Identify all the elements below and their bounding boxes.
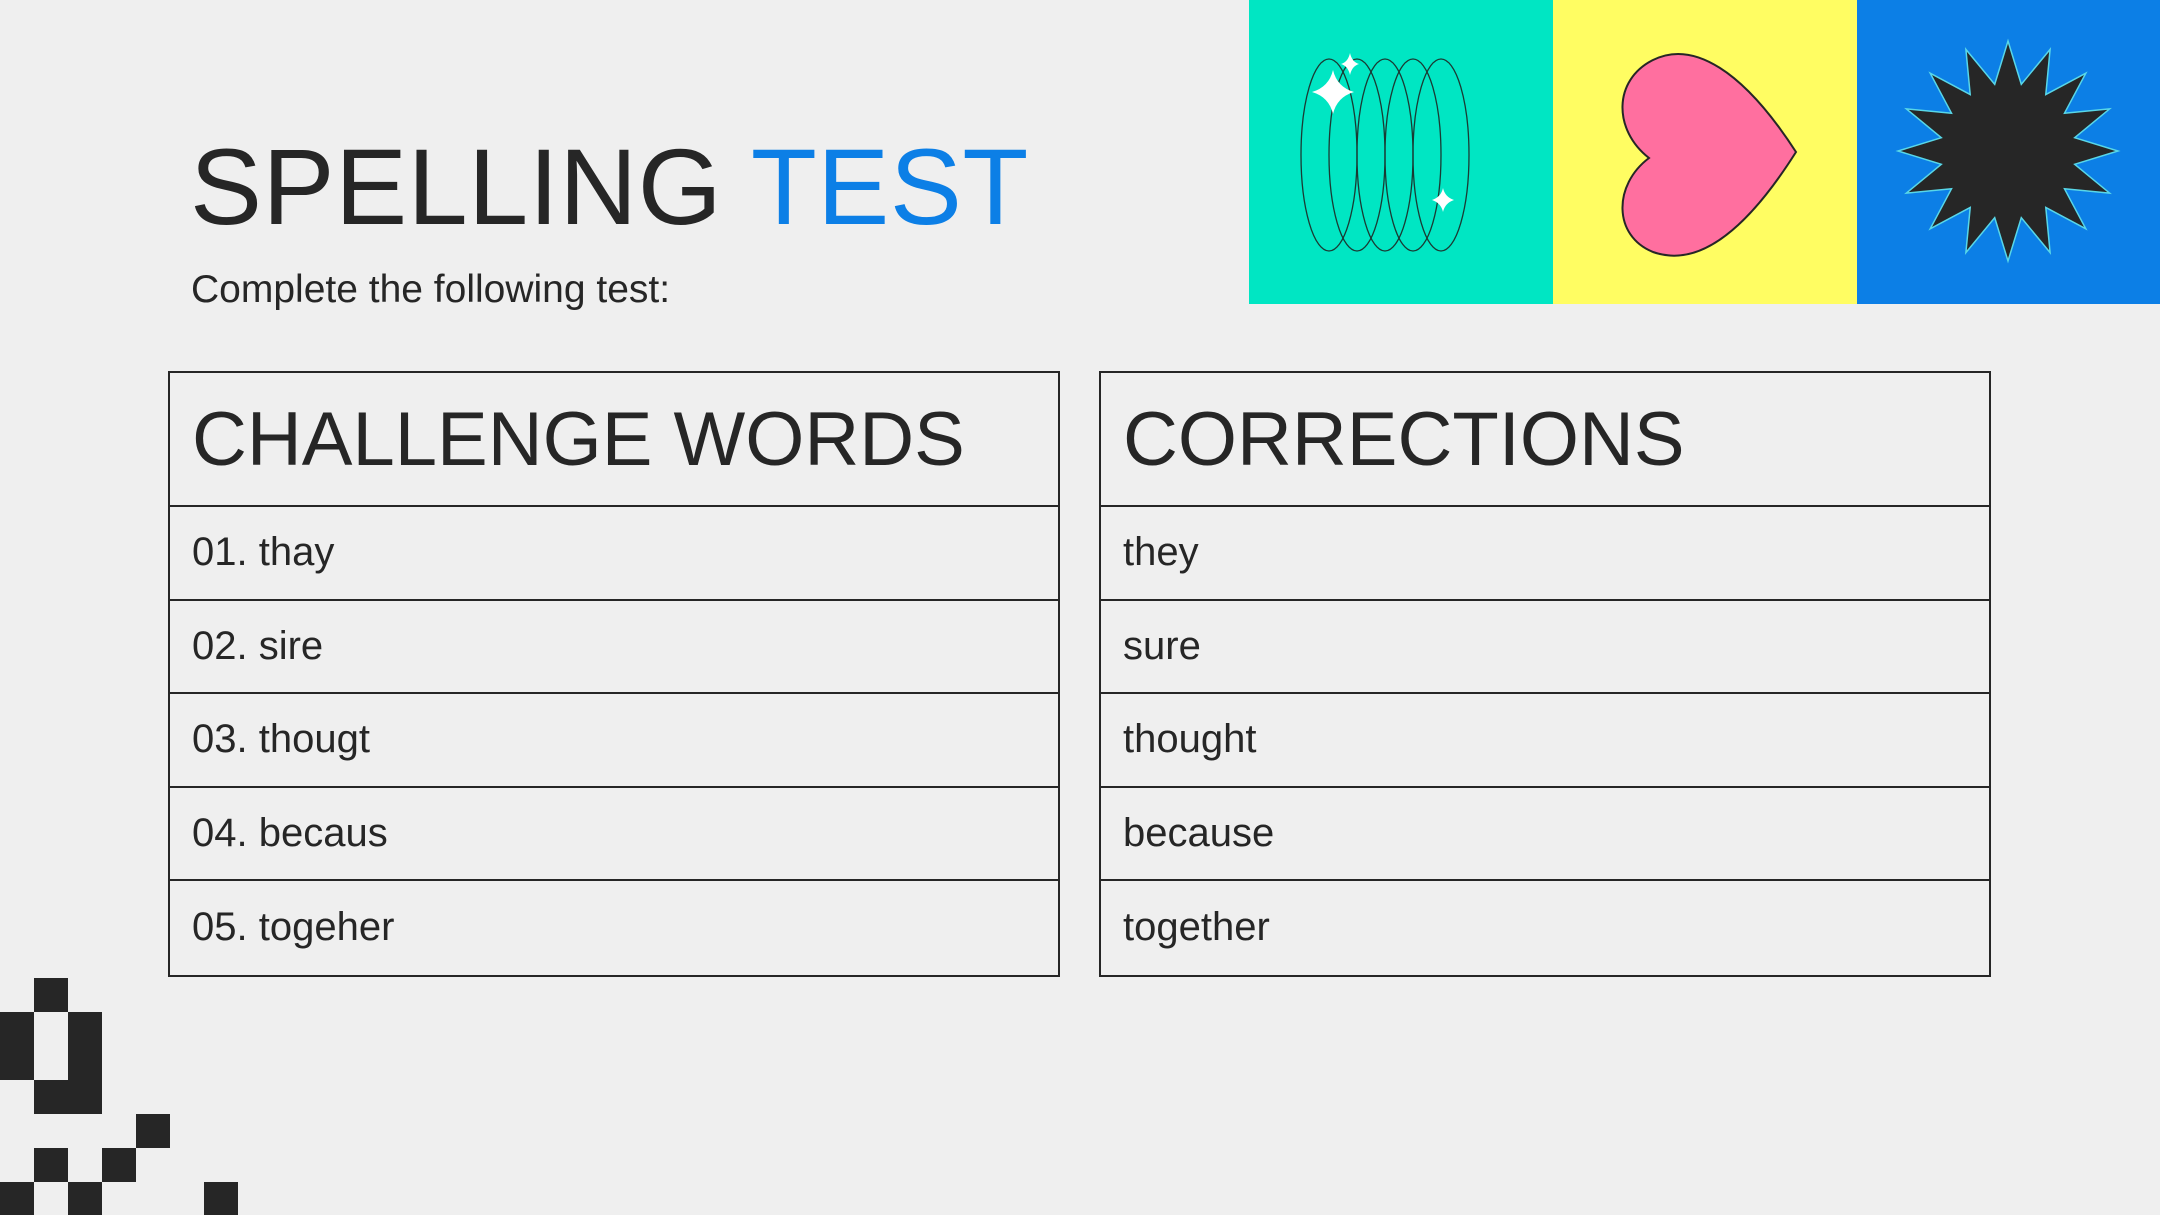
title-accent: TEST bbox=[750, 126, 1029, 247]
challenge-words-header: CHALLENGE WORDS bbox=[170, 373, 1058, 507]
correction-row: sure bbox=[1101, 601, 1989, 694]
challenge-word-row: 02. sire bbox=[170, 601, 1058, 694]
correction-row: together bbox=[1123, 905, 1270, 950]
correction-row: thought bbox=[1101, 694, 1989, 788]
challenge-words-table: CHALLENGE WORDS 01. thay 02. sire 03. th… bbox=[168, 371, 1060, 977]
challenge-word-row: 04. becaus bbox=[170, 788, 1058, 881]
heart-icon bbox=[1621, 53, 1798, 257]
rings-sparkle-tile bbox=[1249, 0, 1553, 304]
correction-row: because bbox=[1101, 788, 1989, 881]
challenge-word-row: 03. thougt bbox=[170, 694, 1058, 788]
page-title: SPELLING TEST bbox=[190, 122, 1029, 252]
pixel-pattern bbox=[0, 978, 240, 1215]
subtitle: Complete the following test: bbox=[191, 268, 671, 311]
challenge-word-row: 01. thay bbox=[170, 507, 1058, 601]
starburst-icon bbox=[1895, 38, 2121, 264]
corrections-table: CORRECTIONS they sure thought because to… bbox=[1099, 371, 1991, 977]
rings-sparkle-icon bbox=[1300, 53, 1470, 252]
correction-row: they bbox=[1101, 507, 1989, 601]
starburst-tile bbox=[1857, 0, 2160, 304]
title-main: SPELLING bbox=[190, 126, 723, 247]
challenge-word-row: 05. togeher bbox=[192, 905, 395, 950]
corrections-header: CORRECTIONS bbox=[1101, 373, 1989, 507]
heart-tile bbox=[1553, 0, 1857, 304]
